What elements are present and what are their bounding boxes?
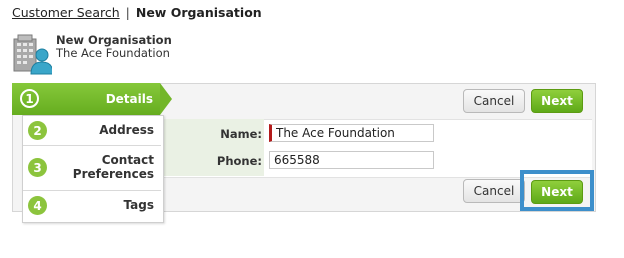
next-button-top[interactable]: Next: [531, 89, 583, 113]
step-active-arrow: [160, 83, 172, 115]
name-field[interactable]: [269, 124, 434, 142]
breadcrumb-current: New Organisation: [135, 5, 262, 20]
cancel-button-top[interactable]: Cancel: [463, 89, 525, 113]
organisation-building-icon: [12, 33, 54, 75]
step-number-3: 3: [28, 158, 47, 177]
step-label-tags: Tags: [123, 198, 154, 212]
next-button-highlight: [520, 170, 594, 211]
step-number-1: 1: [20, 89, 39, 108]
phone-label: Phone:: [216, 154, 262, 168]
breadcrumb: Customer Search | New Organisation: [12, 5, 262, 20]
step-label-details: Details: [105, 92, 153, 106]
step-address[interactable]: 2 Address: [23, 116, 161, 146]
organisation-name: The Ace Foundation: [56, 46, 170, 60]
step-tags[interactable]: 4 Tags: [23, 191, 161, 220]
step-number-2: 2: [28, 121, 47, 140]
step-label-contact: Contact: [101, 153, 154, 167]
step-label-preferences: Preferences: [72, 167, 154, 181]
name-label: Name:: [220, 127, 262, 141]
step-number-4: 4: [28, 196, 47, 215]
page-title: New Organisation: [56, 33, 172, 47]
step-contact-preferences[interactable]: 3 Contact Preferences: [23, 146, 161, 191]
breadcrumb-customer-search-link[interactable]: Customer Search: [12, 5, 120, 20]
breadcrumb-separator: |: [125, 5, 130, 20]
phone-field[interactable]: [269, 151, 434, 169]
step-list: 2 Address 3 Contact Preferences 4 Tags: [22, 115, 164, 223]
step-details[interactable]: 1 Details: [12, 83, 160, 115]
cancel-button-bottom[interactable]: Cancel: [463, 179, 525, 203]
step-label-address: Address: [99, 123, 154, 137]
